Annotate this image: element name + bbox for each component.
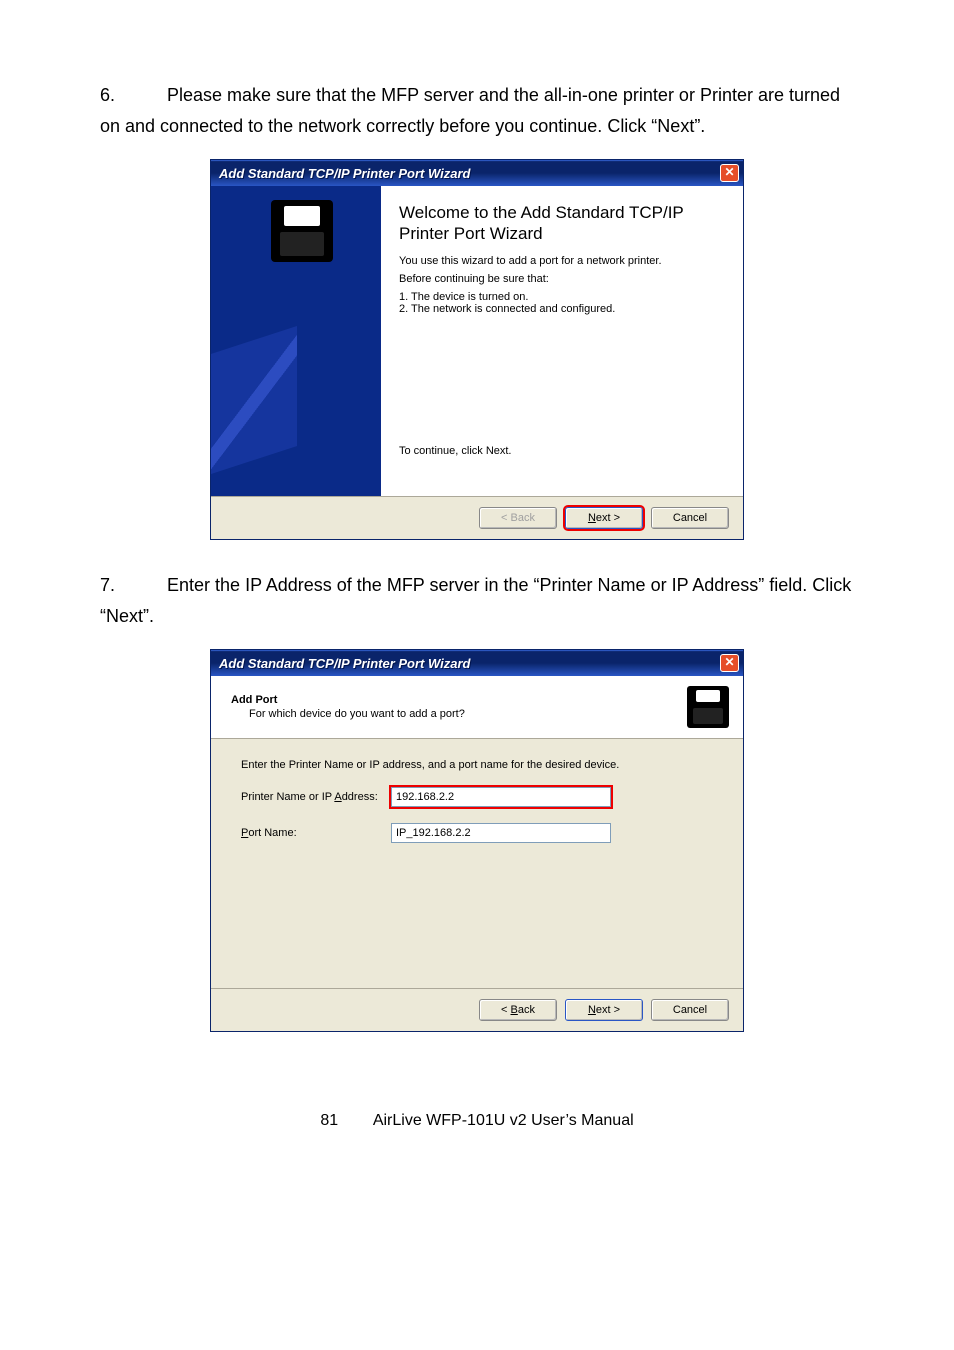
step-7-number: 7. (100, 570, 130, 601)
wizard-subheading: Add Port (231, 694, 687, 706)
wizard-welcome: Add Standard TCP/IP Printer Port Wizard … (210, 159, 744, 540)
titlebar: Add Standard TCP/IP Printer Port Wizard … (211, 160, 743, 186)
wizard-sidebar-graphic (211, 186, 381, 496)
close-icon[interactable]: ✕ (720, 654, 739, 672)
printer-name-input[interactable] (391, 787, 611, 807)
window-title: Add Standard TCP/IP Printer Port Wizard (219, 166, 470, 181)
printer-icon (687, 686, 729, 728)
wizard-heading: Welcome to the Add Standard TCP/IP Print… (399, 202, 727, 245)
next-button[interactable]: Next > (565, 999, 643, 1021)
back-button[interactable]: < Back (479, 999, 557, 1021)
back-button: < Back (479, 507, 557, 529)
step-6-number: 6. (100, 80, 130, 111)
wizard-bullet-2: 2. The network is connected and configur… (399, 303, 727, 315)
decorative-stripe (211, 326, 297, 474)
printer-name-label: Printer Name or IP Address: (241, 791, 391, 803)
wizard-before-line: Before continuing be sure that: (399, 273, 727, 285)
page-number: 81 (320, 1112, 338, 1129)
step-7-text: Enter the IP Address of the MFP server i… (100, 575, 851, 626)
wizard-add-port: Add Standard TCP/IP Printer Port Wizard … (210, 649, 744, 1032)
doc-title: AirLive WFP-101U v2 User’s Manual (373, 1112, 634, 1129)
titlebar: Add Standard TCP/IP Printer Port Wizard … (211, 650, 743, 676)
page-footer: 81 AirLive WFP-101U v2 User’s Manual (100, 1112, 854, 1130)
wizard-continue-line: To continue, click Next. (399, 445, 727, 457)
button-row: < Back Next > Cancel (211, 497, 743, 539)
window-title: Add Standard TCP/IP Printer Port Wizard (219, 656, 470, 671)
cancel-button[interactable]: Cancel (651, 507, 729, 529)
port-name-input[interactable] (391, 823, 611, 843)
wizard-intro-line: You use this wizard to add a port for a … (399, 255, 727, 267)
wizard-subheading-desc: For which device do you want to add a po… (231, 708, 687, 720)
port-name-label: Port Name: (241, 827, 391, 839)
step-6-text: Please make sure that the MFP server and… (100, 85, 840, 136)
printer-icon (271, 200, 333, 262)
step-7: 7. Enter the IP Address of the MFP serve… (100, 570, 854, 631)
wizard-bullet-1: 1. The device is turned on. (399, 291, 727, 303)
button-row: < Back Next > Cancel (211, 989, 743, 1031)
step-6: 6. Please make sure that the MFP server … (100, 80, 854, 141)
cancel-button[interactable]: Cancel (651, 999, 729, 1021)
close-icon[interactable]: ✕ (720, 164, 739, 182)
wizard-header-band: Add Port For which device do you want to… (211, 676, 743, 739)
next-button[interactable]: Next > (565, 507, 643, 529)
wizard-instruction-line: Enter the Printer Name or IP address, an… (241, 759, 713, 771)
